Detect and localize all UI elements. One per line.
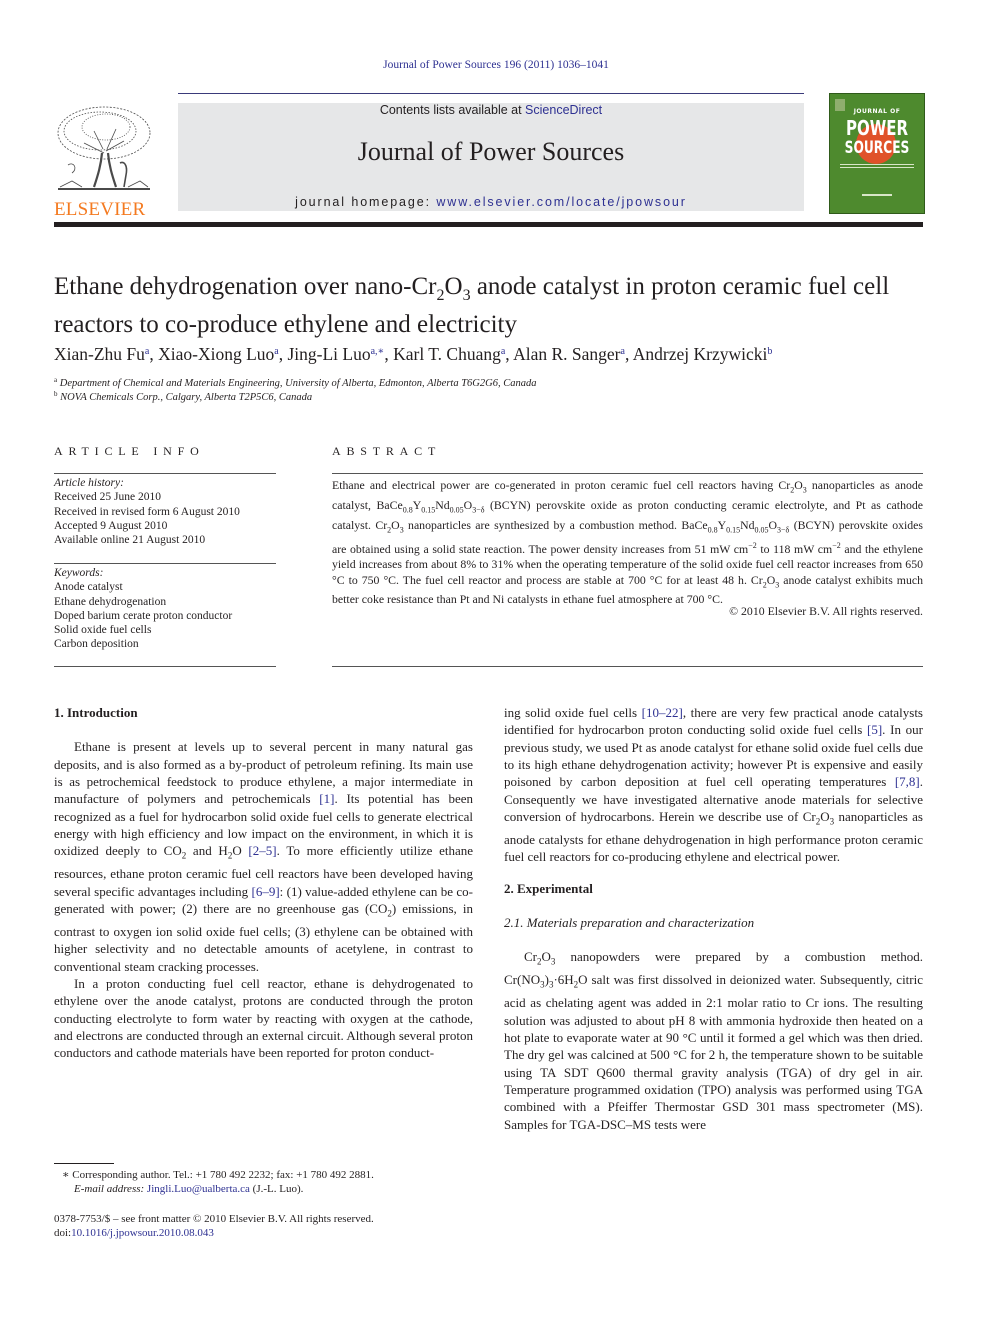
keywords-label: Keywords: — [54, 567, 104, 579]
keyword: Anode catalyst — [54, 581, 123, 594]
front-matter-note: 0378-7753/$ – see front matter © 2010 El… — [54, 1213, 374, 1225]
email-note: E-mail address: Jingli.Luo@ualberta.ca (… — [74, 1183, 304, 1195]
corresponding-author-note: ∗ Corresponding author. Tel.: +1 780 492… — [62, 1169, 374, 1181]
history-item: Available online 21 August 2010 — [54, 534, 206, 547]
author[interactable]: Andrzej Krzywickib — [633, 344, 773, 364]
elsevier-logo[interactable]: ELSEVIER — [54, 103, 154, 220]
running-head[interactable]: Journal of Power Sources 196 (2011) 1036… — [0, 59, 992, 71]
journal-homepage-link[interactable]: www.elsevier.com/locate/jpowsour — [436, 195, 686, 209]
citation-link[interactable]: [5] — [867, 722, 882, 737]
history-item: Accepted 9 August 2010 — [54, 519, 168, 532]
citation-link[interactable]: [7,8] — [895, 774, 920, 789]
contents-label: Contents lists available at — [379, 103, 526, 117]
author[interactable]: Alan R. Sangera — [513, 344, 625, 364]
header-rule — [178, 93, 804, 94]
header-thick-rule — [54, 222, 923, 227]
author[interactable]: Karl T. Chuanga — [393, 344, 505, 364]
author-list: Xian-Zhu Fua, Xiao-Xiong Luoa, Jing-Li L… — [54, 344, 773, 364]
doi-line: doi:10.1016/j.jpowsour.2010.08.043 — [54, 1227, 214, 1239]
citation-link[interactable]: [6–9] — [252, 884, 280, 899]
homepage-label: journal homepage: — [295, 195, 437, 209]
history-item: Received in revised form 6 August 2010 — [54, 505, 240, 518]
keyword: Solid oxide fuel cells — [54, 624, 152, 637]
citation-link[interactable]: [1] — [319, 791, 334, 806]
subsection-heading: 2.1. Materials preparation and character… — [504, 915, 755, 931]
elsevier-tree-icon — [54, 103, 154, 195]
cover-bottom-mark — [862, 194, 892, 196]
section-heading-experimental: 2. Experimental — [504, 880, 593, 896]
article-info-heading: ARTICLE INFO — [54, 444, 205, 458]
sciencedirect-link[interactable]: ScienceDirect — [525, 103, 602, 117]
paragraph: Ethane is present at levels up to severa… — [54, 739, 474, 974]
left-column: 1. Introduction Ethane is present at lev… — [54, 704, 473, 1062]
author[interactable]: Xian-Zhu Fua — [54, 344, 149, 364]
citation-link[interactable]: [2–5] — [248, 843, 276, 858]
affiliation: a Department of Chemical and Materials E… — [54, 376, 537, 389]
journal-cover[interactable]: JOURNAL OF POWER SOURCES — [829, 93, 925, 214]
journal-name: Journal of Power Sources — [357, 137, 625, 166]
abstract-copyright: © 2010 Elsevier B.V. All rights reserved… — [729, 604, 923, 618]
divider — [54, 666, 276, 667]
keyword: Doped barium cerate proton conductor — [54, 609, 233, 622]
author[interactable]: Xiao-Xiong Luoa — [158, 344, 279, 364]
email-link[interactable]: Jingli.Luo@ualberta.ca — [147, 1183, 250, 1195]
citation-link[interactable]: [10–22] — [642, 705, 683, 720]
section-heading-introduction: 1. Introduction — [54, 705, 138, 720]
cover-title-line1: JOURNAL OF — [853, 108, 901, 115]
article-title: Ethane dehydrogenation over nano-Cr2O3 a… — [54, 273, 890, 338]
keyword: Ethane dehydrogenation — [54, 595, 167, 608]
cover-title-line3: SOURCES — [844, 138, 910, 158]
keywords: Keywords: Anode catalyst Ethane dehydrog… — [54, 566, 294, 652]
doi-link[interactable]: 10.1016/j.jpowsour.2010.08.043 — [71, 1227, 214, 1239]
elsevier-wordmark: ELSEVIER — [54, 199, 146, 220]
divider — [332, 473, 923, 474]
article-history-label: Article history: — [54, 477, 124, 489]
cover-title-line2: POWER — [845, 116, 909, 140]
author[interactable]: Jing-Li Luoa,∗ — [287, 344, 384, 364]
paragraph: Cr2O3 nanopowders were prepared by a com… — [504, 949, 923, 1132]
abstract-heading: ABSTRACT — [332, 444, 442, 458]
article-history: Article history: Received 25 June 2010 R… — [54, 476, 294, 547]
journal-masthead: Contents lists available at ScienceDirec… — [178, 103, 804, 211]
email-label: E-mail address: — [74, 1183, 145, 1195]
divider — [332, 666, 923, 667]
divider — [54, 563, 276, 564]
paragraph: ing solid oxide fuel cells [10–22], ther… — [504, 705, 923, 865]
right-column: ing solid oxide fuel cells [10–22], ther… — [504, 704, 923, 1133]
affiliation: b NOVA Chemicals Corp., Calgary, Alberta… — [54, 390, 313, 403]
homepage-line: journal homepage: www.elsevier.com/locat… — [178, 195, 804, 209]
keyword: Carbon deposition — [54, 638, 139, 651]
contents-line: Contents lists available at ScienceDirec… — [178, 103, 804, 117]
paragraph: In a proton conducting fuel cell reactor… — [54, 976, 473, 1061]
abstract-text: Ethane and electrical power are co-gener… — [332, 478, 924, 607]
divider — [54, 473, 276, 474]
history-item: Received 25 June 2010 — [54, 491, 161, 504]
footnote-rule — [54, 1163, 114, 1164]
cover-subtitle-lines — [840, 164, 914, 165]
